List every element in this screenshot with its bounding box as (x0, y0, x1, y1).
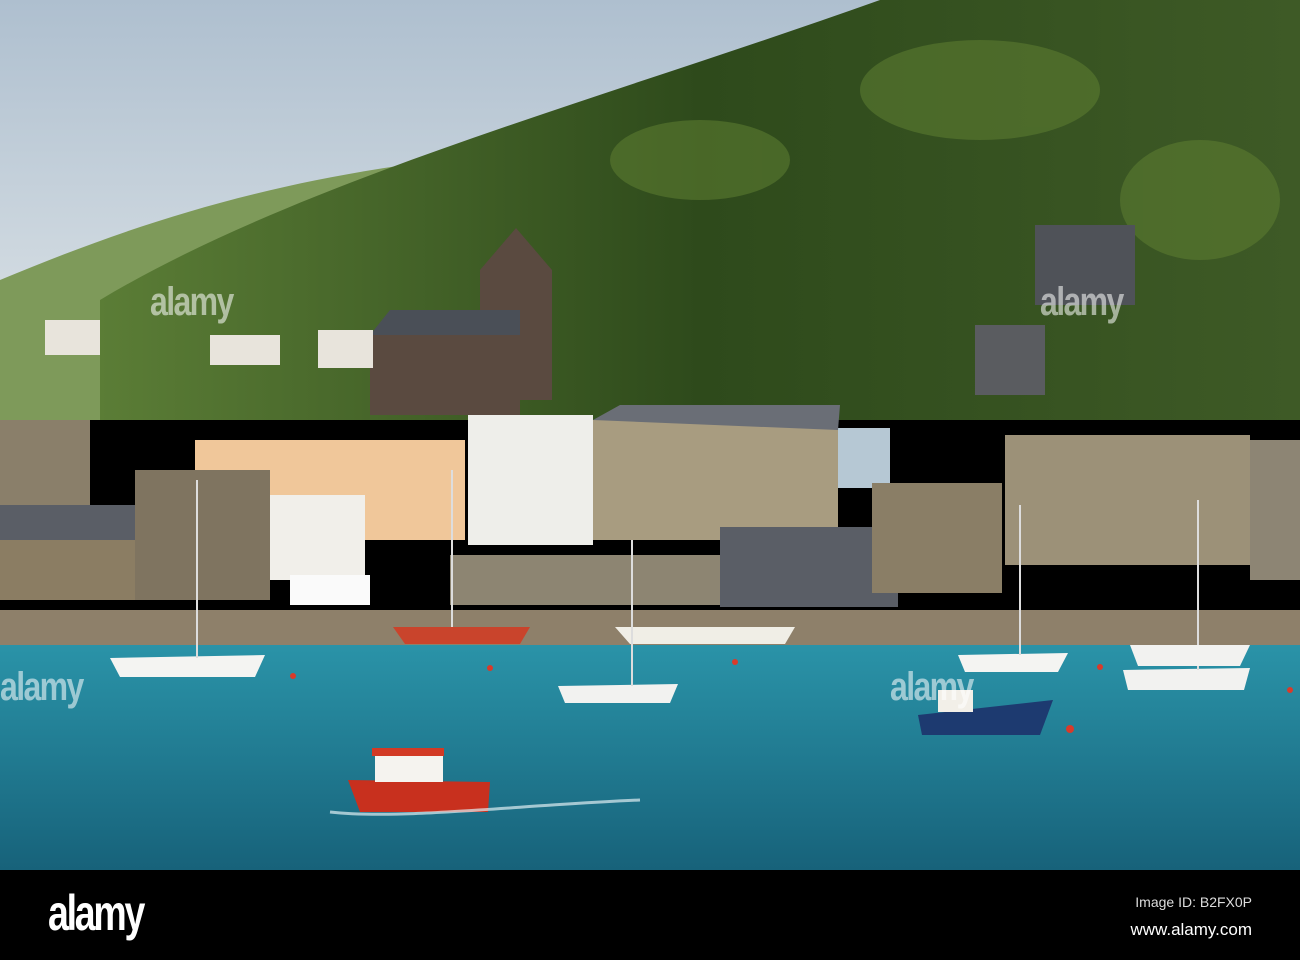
town-terrace (0, 405, 1300, 607)
watermark: alamy (1040, 280, 1124, 324)
harbour-photo (0, 0, 1300, 870)
watermark: alamy (150, 280, 234, 324)
watermark: alamy (890, 665, 974, 709)
water (0, 645, 1300, 870)
image-id: Image ID: B2FX0P (1135, 894, 1252, 910)
watermark: alamy (0, 665, 84, 709)
footer-bar: alamy Image ID: B2FX0P www.alamy.com (0, 870, 1300, 960)
site-link[interactable]: www.alamy.com (1130, 920, 1252, 940)
alamy-logo: alamy (48, 885, 145, 941)
